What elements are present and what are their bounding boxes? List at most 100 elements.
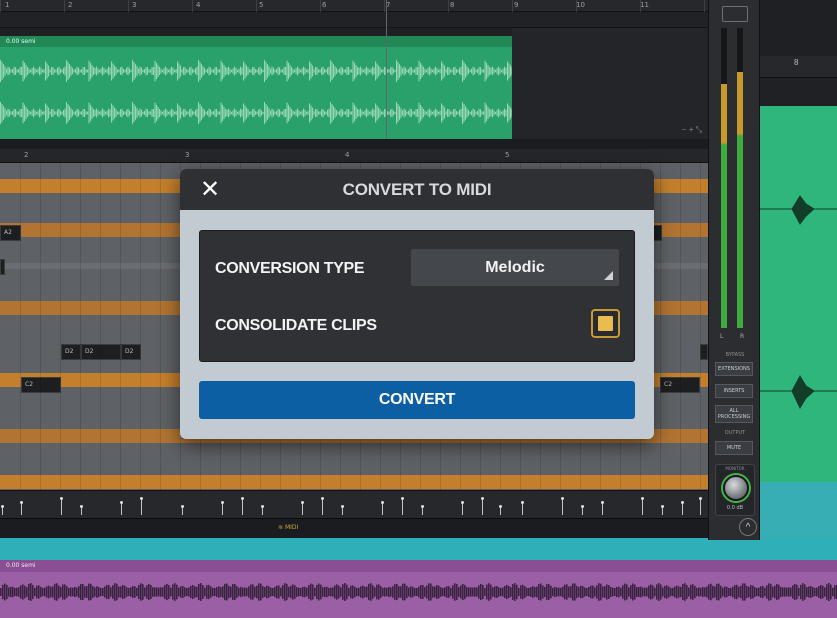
grid-line — [100, 163, 101, 490]
velocity-stick[interactable] — [641, 497, 644, 515]
velocity-stick[interactable] — [321, 497, 324, 515]
consolidate-clips-checkbox[interactable] — [591, 309, 620, 338]
velocity-stick[interactable] — [120, 501, 123, 515]
ruler-num: 2 — [68, 1, 73, 9]
zoom-controls-icon[interactable]: − + ⤡ — [682, 125, 702, 135]
empty-track-area: − + ⤡ — [512, 28, 708, 139]
ruler-num: 9 — [514, 1, 519, 9]
ruler-num: 1 — [5, 1, 10, 9]
ruler-tick — [0, 0, 1, 12]
track-divider — [0, 139, 708, 149]
velocity-stick[interactable] — [421, 505, 424, 515]
dropdown-arrow-icon — [604, 271, 613, 280]
midi-note[interactable] — [700, 344, 708, 360]
velocity-stick[interactable] — [681, 501, 684, 515]
velocity-stick[interactable] — [699, 497, 702, 515]
midi-note[interactable]: D2 — [81, 344, 121, 360]
ruler-num: 8 — [450, 1, 455, 9]
velocity-stick[interactable] — [60, 497, 63, 515]
monitor-knob[interactable] — [723, 475, 749, 501]
extensions-button[interactable]: EXTENSIONS — [715, 362, 753, 376]
track-divider — [760, 78, 837, 106]
velocity-stick[interactable] — [181, 505, 184, 515]
midi-note[interactable]: A2 — [0, 225, 21, 241]
mute-button[interactable]: MUTE — [715, 441, 753, 455]
velocity-lane[interactable] — [0, 490, 708, 518]
grid-line — [60, 163, 61, 490]
dialog-title: CONVERT TO MIDI — [342, 180, 492, 199]
ruler-tick — [576, 0, 577, 12]
logo-icon — [722, 6, 748, 22]
all-processing-button[interactable]: ALL PROCESSING — [715, 405, 753, 423]
midi-note[interactable]: D2 — [61, 344, 81, 360]
ruler-num: 2 — [24, 151, 29, 159]
ruler-num: 10 — [576, 1, 585, 9]
ruler-num: 5 — [259, 1, 264, 9]
velocity-stick[interactable] — [241, 497, 244, 515]
grid-line — [160, 163, 161, 490]
grid-line — [40, 163, 41, 490]
monitor-value: 0.0 dB — [726, 505, 744, 511]
velocity-stick[interactable] — [481, 497, 484, 515]
velocity-stick[interactable] — [140, 497, 143, 515]
dialog-title-bar: CONVERT TO MIDI ✕ — [180, 169, 654, 210]
options-panel: CONVERSION TYPE Melodic CONSOLIDATE CLIP… — [199, 230, 635, 362]
ruler-num: 11 — [640, 1, 649, 9]
audio-clip-purple[interactable]: 0.00 semi — [0, 560, 837, 618]
timeline-ruler[interactable]: 1 2 3 4 5 6 7 8 9 10 11 — [0, 0, 708, 12]
grid-line — [660, 163, 661, 490]
ruler-tick — [320, 0, 321, 12]
audio-clip-cyan[interactable] — [0, 538, 837, 560]
audio-clip-cyan-right[interactable] — [760, 482, 837, 538]
ruler-tick — [256, 0, 257, 12]
velocity-stick[interactable] — [581, 505, 584, 515]
consolidate-clips-label: CONSOLIDATE CLIPS — [215, 317, 377, 334]
convert-to-midi-dialog: CONVERT TO MIDI ✕ CONVERSION TYPE Melodi… — [180, 169, 654, 439]
waveform — [0, 583, 837, 601]
piano-roll-ruler[interactable]: 2 3 4 5 — [0, 149, 708, 163]
midi-note[interactable]: C2 — [21, 377, 61, 393]
channel-strip: L R BYPASS EXTENSIONS INSERTS ALL PROCES… — [708, 0, 760, 540]
timeline-ruler-right[interactable]: 8 — [760, 56, 837, 78]
ruler-num: 3 — [132, 1, 137, 9]
monitor-section: MONITOR 0.0 dB — [715, 464, 755, 516]
velocity-stick[interactable] — [1, 505, 4, 515]
ruler-tick — [704, 0, 705, 12]
ruler-num: 6 — [322, 1, 327, 9]
daw-window: 1 2 3 4 5 6 7 8 9 10 11 0.00 semi − + ⤡ … — [0, 0, 837, 618]
monitor-label: MONITOR — [725, 466, 745, 471]
velocity-stick[interactable] — [221, 501, 224, 515]
clip-pitch-label: 0.00 semi — [0, 36, 512, 47]
audio-clip-green-right[interactable] — [760, 106, 837, 482]
velocity-stick[interactable] — [301, 501, 304, 515]
velocity-stick[interactable] — [401, 497, 404, 515]
close-icon[interactable]: ✕ — [198, 177, 222, 201]
meter-left-label: L — [720, 333, 724, 340]
convert-button[interactable]: CONVERT — [199, 381, 635, 419]
velocity-stick[interactable] — [261, 505, 264, 515]
velocity-stick[interactable] — [341, 505, 344, 515]
velocity-stick[interactable] — [20, 501, 23, 515]
velocity-stick[interactable] — [601, 501, 604, 515]
playhead[interactable] — [386, 0, 387, 140]
midi-note[interactable] — [0, 259, 5, 275]
velocity-stick[interactable] — [381, 501, 384, 515]
ruler-num: 5 — [505, 151, 510, 159]
midi-tab[interactable]: ≋ MIDI — [278, 524, 298, 531]
clip-pitch-label: 0.00 semi — [0, 560, 837, 572]
inserts-button[interactable]: INSERTS — [715, 384, 753, 398]
ruler-tick — [384, 0, 385, 12]
velocity-stick[interactable] — [80, 505, 83, 515]
audio-clip-green[interactable]: 0.00 semi — [0, 36, 512, 139]
velocity-stick[interactable] — [521, 501, 524, 515]
midi-note[interactable]: D2 — [121, 344, 141, 360]
ruler-tick — [192, 0, 193, 12]
velocity-stick[interactable] — [499, 505, 502, 515]
velocity-stick[interactable] — [661, 505, 664, 515]
velocity-stick[interactable] — [561, 497, 564, 515]
velocity-stick[interactable] — [461, 501, 464, 515]
bypass-label: BYPASS — [725, 352, 745, 358]
conversion-type-select[interactable]: Melodic — [411, 249, 619, 286]
collapse-caret-icon[interactable]: ^ — [739, 518, 757, 536]
level-meter-left — [721, 28, 727, 328]
